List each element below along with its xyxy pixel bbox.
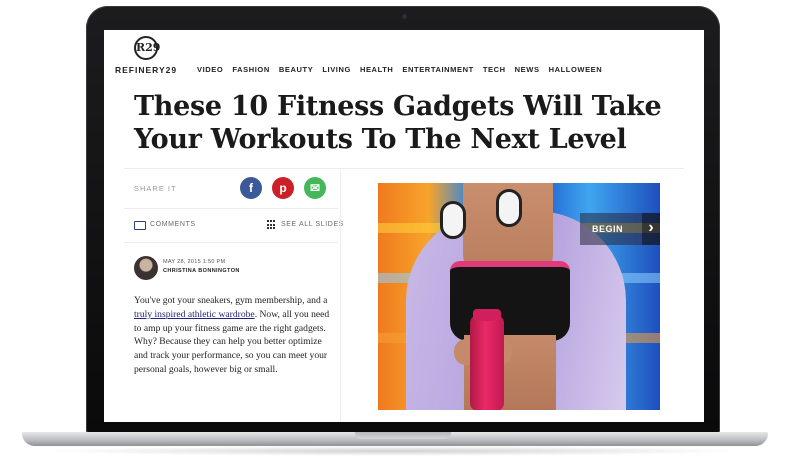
nav-item-entertainment[interactable]: ENTERTAINMENT — [402, 65, 473, 74]
nav-item-beauty[interactable]: BEAUTY — [279, 65, 313, 74]
headphones-icon — [496, 189, 522, 227]
chevron-right-icon[interactable]: › — [642, 213, 660, 245]
body-text-start: You've got your sneakers, gym membership… — [134, 295, 328, 306]
nav-item-living[interactable]: LIVING — [322, 65, 351, 74]
headphones-icon — [440, 201, 466, 239]
comment-icon[interactable] — [134, 221, 146, 230]
nav-item-fashion[interactable]: FASHION — [232, 65, 270, 74]
bottle-cap — [473, 309, 501, 321]
see-all-slides-link[interactable]: SEE ALL SLIDES — [281, 221, 344, 228]
nav-item-tech[interactable]: TECH — [483, 65, 506, 74]
author-avatar[interactable] — [134, 256, 158, 280]
nav-item-news[interactable]: NEWS — [515, 65, 540, 74]
comments-link[interactable]: COMMENTS — [150, 221, 196, 228]
share-label: SHARE IT — [134, 184, 177, 193]
column-divider — [340, 170, 341, 422]
wardrobe-link[interactable]: truly inspired athletic wardrobe — [134, 309, 255, 320]
publish-date: MAY 28, 2015 1:50 PM — [163, 259, 226, 265]
nav-item-video[interactable]: VIDEO — [197, 65, 223, 74]
sports-bra — [450, 261, 570, 341]
brand-name[interactable]: REFINERY29 — [115, 65, 177, 75]
laptop-shadow — [40, 446, 750, 456]
nav-item-health[interactable]: HEALTH — [360, 65, 393, 74]
grid-icon[interactable] — [267, 220, 277, 230]
article-body: You've got your sneakers, gym membership… — [134, 294, 334, 377]
browser-screen: R29 REFINERY29 VIDEO FASHION BEAUTY LIVI… — [104, 30, 704, 422]
author-name[interactable]: CHRISTINA BONNINGTON — [163, 268, 240, 274]
divider — [124, 168, 684, 169]
facebook-icon[interactable]: f — [240, 177, 262, 199]
main-nav: VIDEO FASHION BEAUTY LIVING HEALTH ENTER… — [197, 65, 602, 74]
email-icon[interactable]: ✉ — [304, 177, 326, 199]
laptop-notch — [355, 432, 451, 439]
slideshow-hero-image[interactable]: BEGIN › — [378, 183, 660, 410]
pinterest-icon[interactable]: p — [272, 177, 294, 199]
water-bottle — [470, 315, 504, 410]
nav-item-halloween[interactable]: HALLOWEEN — [549, 65, 603, 74]
divider — [124, 208, 338, 209]
divider — [124, 242, 338, 243]
begin-button[interactable]: BEGIN — [580, 213, 642, 245]
laptop-camera — [402, 14, 407, 19]
refinery29-logo[interactable]: R29 — [134, 36, 160, 60]
article-headline: These 10 Fitness Gadgets Will Take Your … — [134, 91, 662, 155]
